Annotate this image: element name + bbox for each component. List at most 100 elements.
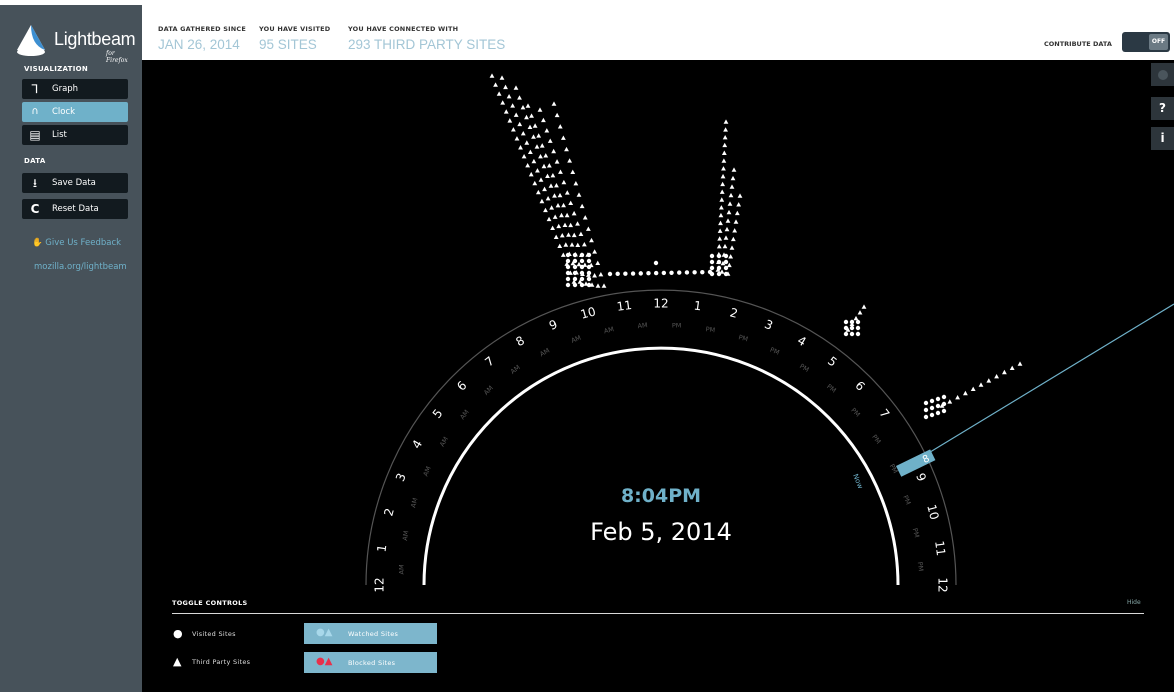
meridiem-label: AM xyxy=(538,346,551,358)
meridiem-label: PM xyxy=(798,362,810,374)
third-party-node xyxy=(719,189,725,194)
third-party-node xyxy=(557,124,563,129)
third-party-node xyxy=(557,243,563,248)
feedback-link[interactable]: ✋ Give Us Feedback xyxy=(32,238,121,248)
visited-site-node xyxy=(607,271,613,277)
third-party-node xyxy=(541,117,546,123)
hour-labels: 12AM1AM2AM3 AM4 AM5 AM6 AM7AM8AM9AM10AM11AM1… xyxy=(373,297,950,593)
third-party-sites-label: Third Party Sites xyxy=(192,658,251,666)
third-party-node xyxy=(527,124,533,129)
data-section-label: DATA xyxy=(24,157,46,165)
third-party-node xyxy=(554,182,559,188)
hour-label: 3 xyxy=(393,471,409,483)
third-party-node xyxy=(718,205,724,210)
mozilla-lightbeam-link[interactable]: mozilla.org/lightbeam xyxy=(34,262,127,272)
watched-sites-button[interactable]: ●▲ Watched Sites xyxy=(304,623,437,644)
third-party-node xyxy=(514,136,520,141)
data-gathered-label: DATA GATHERED SINCE xyxy=(158,25,246,33)
meridiem-label: AM xyxy=(422,465,433,477)
third-party-node xyxy=(726,209,732,215)
reset-icon: C xyxy=(30,202,40,216)
third-party-node xyxy=(963,390,968,396)
third-party-node xyxy=(554,159,560,164)
third-party-node xyxy=(538,177,544,182)
meridiem-label: AM xyxy=(637,321,648,330)
third-party-node xyxy=(722,142,728,148)
contribute-data-toggle[interactable]: OFF xyxy=(1122,32,1170,52)
graph-icon: ⅂ xyxy=(31,82,39,96)
third-party-node xyxy=(737,193,743,198)
hide-controls-link[interactable]: Hide xyxy=(1127,599,1141,606)
visited-site-node xyxy=(572,252,578,258)
logo: Lightbeam for Firefox xyxy=(14,23,136,65)
watched-sites-label: Watched Sites xyxy=(348,630,399,638)
third-party-node xyxy=(566,232,571,237)
sidebar-item-list[interactable]: ▤ List xyxy=(22,125,128,145)
now-hand-line xyxy=(916,303,1174,461)
third-party-node xyxy=(500,100,506,105)
third-party-node xyxy=(581,241,587,247)
third-party-node xyxy=(568,222,574,228)
visited-site-node xyxy=(579,264,585,270)
visited-site-node xyxy=(572,258,578,264)
third-party-node xyxy=(537,107,543,112)
third-party-node xyxy=(532,123,538,128)
visualization-section-label: VISUALIZATION xyxy=(24,65,89,73)
visited-site-node xyxy=(709,253,715,259)
sidebar-item-clock[interactable]: ∩ Clock xyxy=(22,102,128,122)
third-party-node xyxy=(723,119,729,124)
inner-ring xyxy=(422,346,900,586)
third-party-node xyxy=(718,220,723,226)
third-party-node xyxy=(717,228,723,233)
hour-label: 4 xyxy=(795,333,809,349)
meridiem-label: PM xyxy=(769,346,781,357)
third-party-node xyxy=(721,150,727,155)
third-party-node xyxy=(563,242,569,247)
lightbeam-logo-icon xyxy=(17,25,45,56)
third-party-node xyxy=(553,234,559,240)
blocked-sites-button[interactable]: ●▲ Blocked Sites xyxy=(304,652,437,673)
visited-site-node xyxy=(855,331,861,337)
third-party-node xyxy=(729,184,735,189)
visited-site-node xyxy=(700,269,705,275)
visited-site-node xyxy=(653,260,659,266)
hour-label: 7 xyxy=(876,406,892,421)
third-party-node xyxy=(558,169,563,174)
third-party-node xyxy=(595,260,601,266)
meridiem-label: PM xyxy=(901,494,912,506)
third-party-node xyxy=(728,192,734,198)
third-party-node xyxy=(724,226,730,232)
meridiem-label: PM xyxy=(672,321,682,329)
visited-site-node xyxy=(669,270,674,275)
third-party-node xyxy=(947,399,953,404)
visited-site-node xyxy=(572,264,578,270)
reset-data-button[interactable]: C Reset Data xyxy=(22,199,128,219)
hour-label: 2 xyxy=(728,305,739,321)
third-party-node xyxy=(517,121,523,127)
save-data-button[interactable]: ⭳ Save Data xyxy=(22,173,128,193)
third-party-node xyxy=(535,168,540,173)
third-party-node xyxy=(493,82,498,87)
third-party-node xyxy=(575,242,581,248)
visited-site-node xyxy=(638,271,643,276)
third-party-node xyxy=(531,134,536,139)
third-party-node xyxy=(559,212,564,218)
visited-site-node xyxy=(929,412,935,418)
third-party-node xyxy=(557,192,563,198)
third-party-node xyxy=(730,175,736,181)
sidebar-item-label: List xyxy=(52,130,67,140)
visited-site-node xyxy=(565,258,571,264)
hour-label: 4 xyxy=(409,437,425,451)
third-party-node xyxy=(716,244,722,249)
sidebar-item-label: Clock xyxy=(52,107,76,117)
third-party-node xyxy=(578,231,584,237)
third-party-node xyxy=(513,112,519,117)
sidebar-item-graph[interactable]: ⅂ Graph xyxy=(22,79,128,99)
third-party-node xyxy=(551,101,557,106)
visited-site-node xyxy=(565,264,571,270)
third-party-node xyxy=(560,252,566,257)
visited-site-node xyxy=(709,271,715,277)
visited-site-node xyxy=(929,398,935,404)
third-party-node xyxy=(568,200,574,205)
save-data-label: Save Data xyxy=(52,178,96,188)
